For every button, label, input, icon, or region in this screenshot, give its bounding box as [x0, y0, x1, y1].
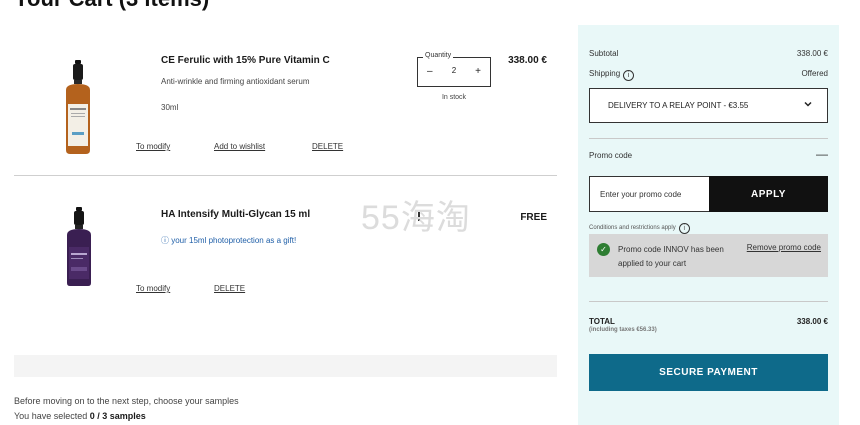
total-value: 338.00 € [796, 317, 828, 326]
cart-item: CE Ferulic with 15% Pure Vitamin C Anti-… [14, 30, 557, 176]
promo-code-input[interactable] [589, 176, 709, 212]
promo-applied-text: Promo code INNOV has been applied to you… [618, 245, 724, 268]
quantity-stepper: Quantity – 2 + [417, 52, 491, 87]
gift-note: ⓘ your 15ml photoprotection as a gift! [161, 236, 297, 245]
product-name[interactable]: HA Intensify Multi-Glycan 15 ml [161, 209, 310, 220]
item-price: 338.00 € [508, 55, 547, 66]
shipping-row: Shipping i Offered [589, 69, 828, 81]
divider [589, 138, 828, 139]
samples-count: You have selected 0 / 3 samples [14, 411, 146, 421]
subtotal-value: 338.00 € [796, 49, 828, 58]
info-icon[interactable]: i [678, 223, 690, 234]
divider [589, 301, 828, 302]
page-title: Your Cart (3 items) [14, 0, 209, 12]
product-image-dropper-bottle[interactable] [64, 207, 94, 287]
quantity-label: Quantity [423, 52, 454, 59]
conditions-note: Conditions and restrictions apply i [589, 223, 690, 234]
conditions-text: Conditions and restrictions apply [589, 225, 676, 231]
apply-promo-button[interactable]: APPLY [709, 176, 828, 212]
order-summary: Subtotal 338.00 € Shipping i Offered DELI… [578, 25, 839, 425]
samples-intro: Before moving on to the next step, choos… [14, 396, 239, 406]
promo-code-header: Promo code [589, 151, 633, 160]
item-price: FREE [520, 212, 547, 223]
subtotal-label: Subtotal [589, 49, 619, 58]
delete-link[interactable]: DELETE [312, 142, 343, 151]
check-icon: ✓ [597, 243, 610, 256]
product-description: Anti-wrinkle and firming antioxidant ser… [161, 77, 310, 86]
info-icon[interactable]: i [623, 70, 635, 81]
delivery-option-text: DELIVERY TO A RELAY POINT - €3.55 [608, 101, 749, 110]
secure-payment-button[interactable]: SECURE PAYMENT [589, 354, 828, 391]
samples-bar [14, 355, 557, 377]
delivery-method-select[interactable]: DELIVERY TO A RELAY POINT - €3.55 [589, 88, 828, 123]
product-image-serum-bottle[interactable] [62, 60, 94, 155]
product-size: 30ml [161, 103, 179, 112]
promo-applied-notice: ✓ Promo code INNOV has been applied to y… [589, 234, 828, 277]
quantity-increase-button[interactable]: + [475, 66, 481, 77]
total-label: TOTAL [589, 317, 615, 326]
shipping-label: Shipping [589, 69, 621, 78]
samples-count-prefix: You have selected [14, 411, 90, 421]
tax-note: (including taxes €56.33) [589, 327, 657, 333]
add-to-wishlist-link[interactable]: Add to wishlist [214, 142, 265, 151]
subtotal-row: Subtotal 338.00 € [589, 49, 828, 58]
promo-collapse-toggle[interactable]: — [816, 147, 828, 161]
shipping-value: Offered [801, 69, 828, 78]
samples-count-value: 0 / 3 samples [89, 411, 146, 421]
modify-link[interactable]: To modify [136, 142, 170, 151]
stock-status: In stock [441, 94, 467, 101]
product-name[interactable]: CE Ferulic with 15% Pure Vitamin C [161, 55, 330, 66]
remove-promo-link[interactable]: Remove promo code [747, 243, 821, 252]
cart-item: HA Intensify Multi-Glycan 15 ml ⓘ your 1… [14, 177, 557, 312]
delete-link[interactable]: DELETE [214, 284, 245, 293]
modify-link[interactable]: To modify [136, 284, 170, 293]
watermark: 55海淘 [361, 199, 471, 237]
chevron-down-icon [804, 101, 812, 107]
